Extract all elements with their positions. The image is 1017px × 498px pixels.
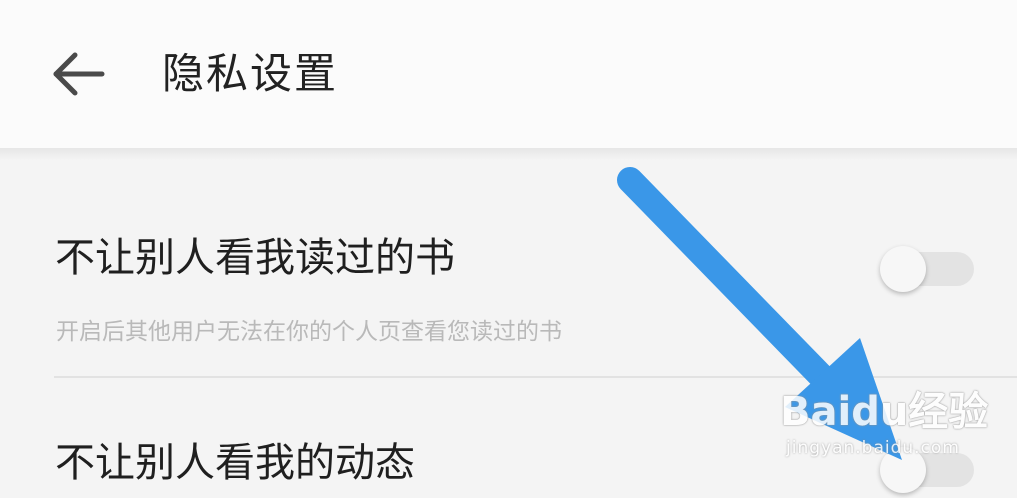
back-button[interactable] (46, 44, 110, 108)
toggle-knob (880, 246, 926, 292)
app-header: 隐私设置 (0, 0, 1017, 148)
setting-title-dynamics: 不让别人看我的动态 (55, 440, 415, 486)
arrow-head (785, 338, 902, 460)
setting-description-books: 开启后其他用户无法在你的个人页查看您读过的书 (56, 319, 562, 345)
watermark-logo: Baidu经验 (780, 389, 989, 435)
toggle-hide-read-books[interactable] (880, 246, 976, 292)
page-title: 隐私设置 (162, 49, 339, 98)
setting-title-books: 不让别人看我读过的书 (55, 235, 455, 281)
toggle-knob (880, 447, 926, 493)
divider (54, 376, 1017, 378)
arrow-left-icon (53, 52, 105, 96)
arrow-shaft (617, 167, 833, 388)
toggle-dynamics[interactable] (880, 447, 976, 493)
header-shadow (0, 148, 1017, 160)
